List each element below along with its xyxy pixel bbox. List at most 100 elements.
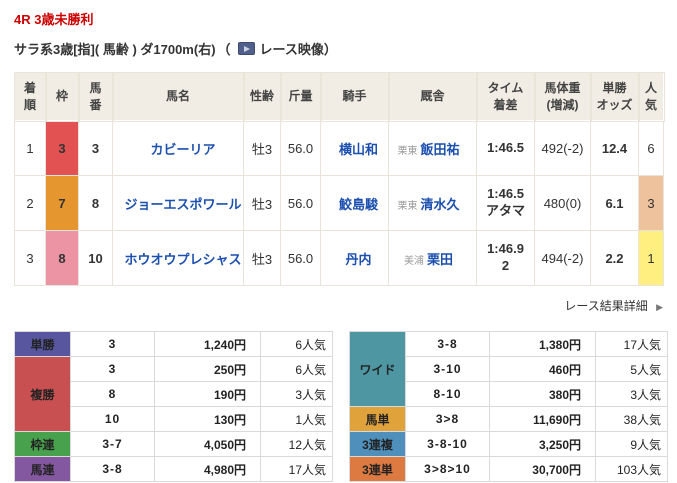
race-results-table: 着 順 枠 馬 番 馬名 性齢 斤量 騎手 厩舎 タイム 着差 馬体重 (増減)… xyxy=(13,71,665,286)
frame-number-badge: 8 xyxy=(45,230,79,286)
payout-combo: 3 xyxy=(70,331,155,357)
horse-weight: 494(-2) xyxy=(534,230,591,286)
race-conditions: サラ系3歳[指]( 馬齢 ) ダ1700m(右) （ レース映像 ） xyxy=(14,39,663,58)
result-row-3: 3 8 10 ホウオウプレシャス 牡3 56.0 丹内 美浦 栗田 1:46.9 … xyxy=(14,230,664,286)
bet-type-bracket-quinella: 枠連 xyxy=(14,431,71,457)
bet-type-wide: ワイド xyxy=(349,331,406,407)
payout-row: 馬連 3-8 4,980円 17人気 xyxy=(14,456,333,482)
bet-type-trifecta: 3連単 xyxy=(349,456,406,482)
stable-region: 栗東 xyxy=(397,145,418,157)
jockey-link[interactable]: 横山和 xyxy=(339,142,378,157)
payout-combo: 3-10 xyxy=(405,356,490,382)
race-video-link[interactable]: レース映像 xyxy=(233,39,324,58)
race-title: 4R 3歳未勝利 xyxy=(14,12,94,27)
stable-cell: 栗東 飯田祐 xyxy=(388,120,477,176)
jockey-cell: 鮫島駿 xyxy=(320,175,389,231)
col-frame: 枠 xyxy=(44,71,80,122)
payout-amount: 190円 xyxy=(154,381,261,407)
race-result-detail-link[interactable]: レース結果詳細 ▶ xyxy=(564,299,663,313)
payout-combo: 3>8 xyxy=(405,406,490,432)
payout-amount: 3,250円 xyxy=(489,431,596,457)
payout-row: 単勝 3 1,240円 6人気 xyxy=(14,331,333,357)
payout-favorite: 6人気 xyxy=(260,331,333,357)
result-row-2: 2 7 8 ジョーエスポワール 牡3 56.0 鮫島駿 栗東 清水久 1:46.5… xyxy=(14,175,664,231)
result-row-1: 1 3 3 カビーリア 牡3 56.0 横山和 栗東 飯田祐 1:46.5 492… xyxy=(14,120,664,176)
payout-row: 枠連 3-7 4,050円 12人気 xyxy=(14,431,333,457)
payout-combo: 8-10 xyxy=(405,381,490,407)
payout-combo: 3>8>10 xyxy=(405,456,490,482)
trainer-link[interactable]: 栗田 xyxy=(427,252,453,267)
payout-row: 3連単 3>8>10 30,700円 103人気 xyxy=(349,456,668,482)
horse-number: 3 xyxy=(78,120,113,176)
horse-weight: 480(0) xyxy=(534,175,591,231)
payout-amount: 1,240円 xyxy=(154,331,261,357)
payout-combo: 3-8 xyxy=(70,456,155,482)
payout-favorite: 103人気 xyxy=(595,456,668,482)
bet-type-exacta: 馬単 xyxy=(349,406,406,432)
payout-favorite: 12人気 xyxy=(260,431,333,457)
payout-row: 複勝 3 250円 6人気 xyxy=(14,356,333,432)
win-odds: 2.2 xyxy=(590,230,639,286)
favorite-rank: 1 xyxy=(638,230,664,286)
col-horse-weight: 馬体重 (増減) xyxy=(533,71,592,122)
col-weight-carried: 斤量 xyxy=(279,71,322,122)
payout-combo: 8 xyxy=(70,381,155,407)
payout-amount: 4,980円 xyxy=(154,456,261,482)
payout-favorite: 17人気 xyxy=(595,331,668,357)
col-finish-position: 着 順 xyxy=(13,71,47,122)
jockey-cell: 横山和 xyxy=(320,120,389,176)
payout-combo: 3-8 xyxy=(405,331,490,357)
paren-close: ） xyxy=(323,42,337,57)
finish-position: 2 xyxy=(14,175,46,231)
payout-favorite: 3人気 xyxy=(595,381,668,407)
horse-name-link[interactable]: ホウオウプレシャス xyxy=(124,252,241,267)
jockey-link[interactable]: 鮫島駿 xyxy=(339,197,378,212)
results-header-row: 着 順 枠 馬 番 馬名 性齢 斤量 騎手 厩舎 タイム 着差 馬体重 (増減)… xyxy=(13,71,665,122)
win-odds: 6.1 xyxy=(590,175,639,231)
col-jockey: 騎手 xyxy=(319,71,390,122)
jockey-link[interactable]: 丹内 xyxy=(345,252,371,267)
chevron-right-icon: ▶ xyxy=(656,302,663,312)
finish-position: 1 xyxy=(14,120,46,176)
horse-name-link[interactable]: カビーリア xyxy=(150,142,215,157)
payout-amount: 4,050円 xyxy=(154,431,261,457)
bet-type-trio: 3連複 xyxy=(349,431,406,457)
horse-number: 10 xyxy=(78,230,113,286)
play-video-icon xyxy=(237,42,255,55)
payout-amount: 30,700円 xyxy=(489,456,596,482)
finish-position: 3 xyxy=(14,230,46,286)
race-result-detail-label: レース結果詳細 xyxy=(564,299,648,313)
time-margin: 1:46.5 xyxy=(476,120,535,176)
col-horse-name: 馬名 xyxy=(111,71,245,122)
col-time-margin: タイム 着差 xyxy=(475,71,536,122)
payout-amount: 130円 xyxy=(154,406,261,432)
payout-section: 単勝 3 1,240円 6人気 複勝 3 250円 6人気 8 190円 3人気… xyxy=(14,331,668,482)
col-stable: 厩舎 xyxy=(387,71,478,122)
col-sex-age: 性齢 xyxy=(242,71,282,122)
weight-carried: 56.0 xyxy=(280,175,321,231)
stable-region: 美浦 xyxy=(403,255,424,267)
bet-type-win: 単勝 xyxy=(14,331,71,357)
win-odds: 12.4 xyxy=(590,120,639,176)
sex-age: 牡3 xyxy=(243,175,281,231)
trainer-link[interactable]: 清水久 xyxy=(420,197,459,212)
col-favorite: 人 気 xyxy=(637,71,665,122)
payout-favorite: 3人気 xyxy=(260,381,333,407)
payout-table-left: 単勝 3 1,240円 6人気 複勝 3 250円 6人気 8 190円 3人気… xyxy=(14,331,333,482)
bet-type-quinella: 馬連 xyxy=(14,456,71,482)
payout-favorite: 9人気 xyxy=(595,431,668,457)
race-conditions-text: サラ系3歳[指]( 馬齢 ) ダ1700m(右) xyxy=(14,42,216,57)
payout-combo: 3-7 xyxy=(70,431,155,457)
payout-amount: 380円 xyxy=(489,381,596,407)
stable-cell: 栗東 清水久 xyxy=(388,175,477,231)
payout-table-right: ワイド 3-8 1,380円 17人気 3-10 460円 5人気 8-10 3… xyxy=(349,331,668,482)
col-win-odds: 単勝 オッズ xyxy=(589,71,640,122)
trainer-link[interactable]: 飯田祐 xyxy=(420,142,459,157)
bet-type-place: 複勝 xyxy=(14,356,71,432)
payout-amount: 460円 xyxy=(489,356,596,382)
payout-favorite: 17人気 xyxy=(260,456,333,482)
race-video-label: レース映像 xyxy=(259,42,324,57)
payout-combo: 3-8-10 xyxy=(405,431,490,457)
horse-name-link[interactable]: ジョーエスポワール xyxy=(124,197,241,212)
jockey-cell: 丹内 xyxy=(320,230,389,286)
